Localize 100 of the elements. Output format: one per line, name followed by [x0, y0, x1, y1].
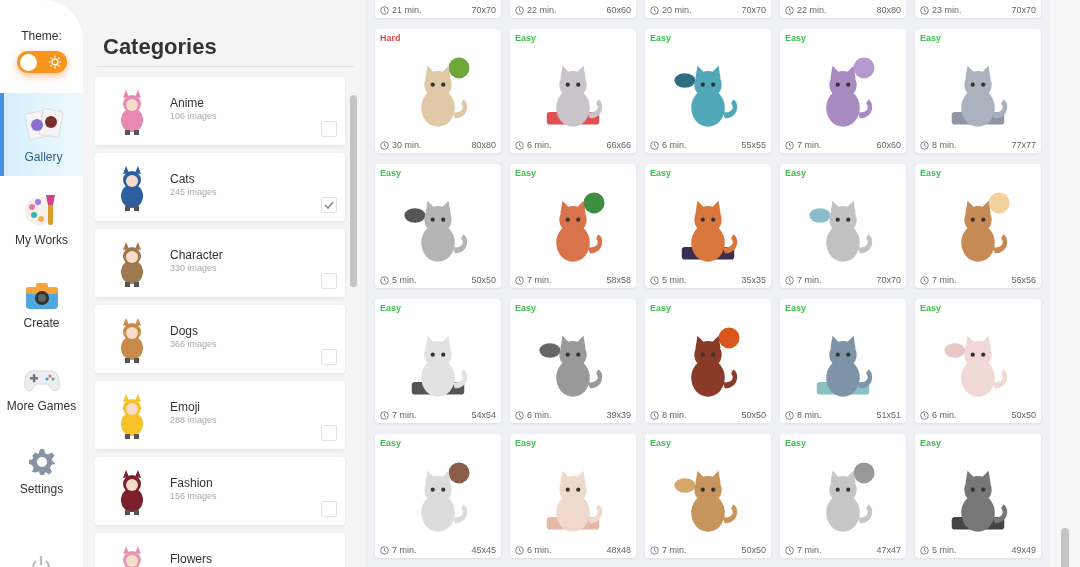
category-card[interactable]: Character 330 images [95, 229, 345, 297]
size-label: 47x47 [876, 545, 901, 555]
time-label: 7 min. [932, 275, 957, 285]
size-label: 35x35 [741, 275, 766, 285]
camera-icon [24, 282, 59, 310]
category-card[interactable]: Emoji 288 images [95, 381, 345, 449]
settings-icon [27, 448, 56, 476]
artwork-card[interactable]: Easy 8 min. 51x51 [780, 299, 906, 423]
size-label: 70x70 [741, 5, 766, 15]
time-label: 6 min. [527, 545, 552, 555]
time-label: 8 min. [662, 410, 687, 420]
size-label: 80x80 [876, 5, 901, 15]
category-name: Dogs [170, 325, 199, 337]
time-label: 8 min. [932, 140, 957, 150]
size-label: 55x55 [741, 140, 766, 150]
clock-icon [380, 5, 389, 15]
size-label: 70x70 [471, 5, 496, 15]
artwork-card[interactable]: 22 min. 80x80 [780, 0, 906, 18]
difficulty-label: Hard [380, 33, 401, 43]
clock-icon [650, 275, 659, 285]
clock-icon [785, 275, 794, 285]
difficulty-label: Easy [785, 438, 807, 448]
difficulty-label: Easy [515, 438, 537, 448]
time-label: 22 min. [527, 5, 557, 15]
artwork-card[interactable]: Easy 6 min. 48x48 [510, 434, 636, 558]
size-label: 54x54 [471, 410, 496, 420]
time-label: 6 min. [527, 410, 552, 420]
artwork-card[interactable]: Easy 5 min. 35x35 [645, 164, 771, 288]
time-label: 5 min. [392, 275, 417, 285]
artwork-card[interactable]: Easy 6 min. 39x39 [510, 299, 636, 423]
time-label: 22 min. [797, 5, 827, 15]
clock-icon [650, 140, 659, 150]
checkbox[interactable] [321, 425, 337, 441]
checkbox[interactable] [321, 121, 337, 137]
category-card[interactable]: Fashion 156 images [95, 457, 345, 525]
size-label: 77x77 [1011, 140, 1036, 150]
time-label: 21 min. [392, 5, 422, 15]
clock-icon [515, 5, 524, 15]
time-label: 7 min. [797, 140, 822, 150]
theme-toggle[interactable] [16, 51, 67, 73]
checkbox[interactable] [321, 273, 337, 289]
size-label: 80x80 [471, 140, 496, 150]
time-label: 7 min. [392, 410, 417, 420]
size-label: 70x70 [1011, 5, 1036, 15]
artwork-card[interactable]: Easy 8 min. 50x50 [645, 299, 771, 423]
artwork-card[interactable]: Easy 6 min. 66x66 [510, 29, 636, 153]
clock-icon [920, 545, 929, 555]
difficulty-label: Easy [650, 168, 672, 178]
artwork-card[interactable]: Easy 7 min. 56x56 [915, 164, 1041, 288]
difficulty-label: Easy [380, 168, 402, 178]
image-count: 366 images [170, 340, 217, 349]
category-card[interactable]: Anime 106 images [95, 77, 345, 145]
category-card[interactable]: Cats 245 images [95, 153, 345, 221]
clock-icon [515, 545, 524, 555]
difficulty-label: Easy [380, 303, 402, 313]
size-label: 49x49 [1011, 545, 1036, 555]
artwork-card[interactable]: Easy 7 min. 60x60 [780, 29, 906, 153]
artwork-card[interactable]: 22 min. 60x60 [510, 0, 636, 18]
category-card[interactable]: Dogs 366 images [95, 305, 345, 373]
artwork-card[interactable]: Hard 30 min. 80x80 [375, 29, 501, 153]
size-label: 60x60 [606, 5, 631, 15]
difficulty-label: Easy [920, 168, 942, 178]
category-name: Emoji [170, 401, 201, 413]
scrollbar-thumb[interactable] [1061, 528, 1069, 567]
theme-label: Theme: [21, 30, 62, 42]
clock-icon [380, 140, 389, 150]
artwork-card[interactable]: Easy 7 min. 50x50 [645, 434, 771, 558]
artwork-card[interactable]: Easy 6 min. 50x50 [915, 299, 1041, 423]
difficulty-label: Easy [650, 303, 672, 313]
category-card[interactable]: Flowers [95, 533, 345, 567]
time-label: 6 min. [662, 140, 687, 150]
difficulty-label: Easy [380, 438, 402, 448]
size-label: 51x51 [876, 410, 901, 420]
artwork-card[interactable]: Easy 5 min. 49x49 [915, 434, 1041, 558]
difficulty-label: Easy [650, 438, 672, 448]
artwork-card[interactable]: Easy 7 min. 70x70 [780, 164, 906, 288]
size-label: 66x66 [606, 140, 631, 150]
checkbox[interactable] [321, 349, 337, 365]
artwork-card[interactable]: Easy 7 min. 47x47 [780, 434, 906, 558]
time-label: 7 min. [392, 545, 417, 555]
checkbox[interactable] [321, 197, 337, 213]
artwork-card[interactable]: Easy 8 min. 77x77 [915, 29, 1041, 153]
checkbox[interactable] [321, 501, 337, 517]
artwork-card[interactable]: 23 min. 70x70 [915, 0, 1041, 18]
artwork-card[interactable]: Easy 6 min. 55x55 [645, 29, 771, 153]
difficulty-label: Easy [515, 33, 537, 43]
scrollbar-thumb[interactable] [350, 95, 357, 287]
artwork-card[interactable]: Easy 7 min. 58x58 [510, 164, 636, 288]
artwork-card[interactable]: Easy 7 min. 54x54 [375, 299, 501, 423]
clock-icon [920, 275, 929, 285]
clock-icon [785, 545, 794, 555]
image-count: 330 images [170, 264, 218, 273]
artwork-card[interactable]: Easy 5 min. 50x50 [375, 164, 501, 288]
clock-icon [515, 275, 524, 285]
artwork-card[interactable]: 20 min. 70x70 [645, 0, 771, 18]
artwork-card[interactable]: Easy 7 min. 45x45 [375, 434, 501, 558]
nav-item[interactable]: Gallery [0, 93, 83, 176]
artwork-card[interactable]: 21 min. 70x70 [375, 0, 501, 18]
difficulty-label: Easy [785, 303, 807, 313]
size-label: 50x50 [741, 410, 766, 420]
